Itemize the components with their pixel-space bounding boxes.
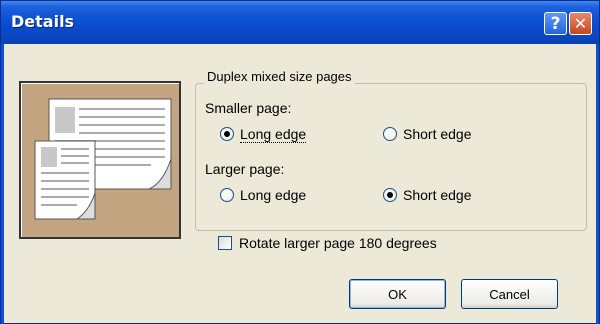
larger-page-label: Larger page: [205,161,285,177]
help-icon: ? [550,13,561,34]
smaller-short-edge-label[interactable]: Short edge [403,126,472,142]
duplex-group-legend: Duplex mixed size pages [204,69,355,84]
close-button[interactable]: ✕ [569,12,592,35]
title-bar[interactable]: Details ? ✕ [1,1,599,44]
smaller-long-edge-radio[interactable] [220,127,234,141]
larger-long-edge-label[interactable]: Long edge [240,187,306,203]
rotate-label[interactable]: Rotate larger page 180 degrees [239,235,437,251]
ok-button[interactable]: OK [349,279,446,309]
help-button[interactable]: ? [544,12,567,35]
details-dialog: Details ? ✕ Duplex mixed size pages Smal… [0,0,600,324]
window-title: Details [11,12,75,31]
larger-long-edge-radio[interactable] [220,188,234,202]
smaller-page-label: Smaller page: [205,100,292,116]
larger-short-edge-radio[interactable] [383,188,397,202]
duplex-preview-image [19,81,181,239]
smaller-long-edge-label[interactable]: Long edge [240,126,307,143]
mixed-pages-preview-icon [34,98,172,220]
smaller-short-edge-radio[interactable] [383,127,397,141]
larger-short-edge-label[interactable]: Short edge [403,187,472,203]
window-border-right [596,44,599,324]
window-border-left [1,44,4,324]
rotate-checkbox[interactable] [218,236,232,250]
close-icon: ✕ [573,14,588,33]
cancel-button[interactable]: Cancel [461,279,558,309]
